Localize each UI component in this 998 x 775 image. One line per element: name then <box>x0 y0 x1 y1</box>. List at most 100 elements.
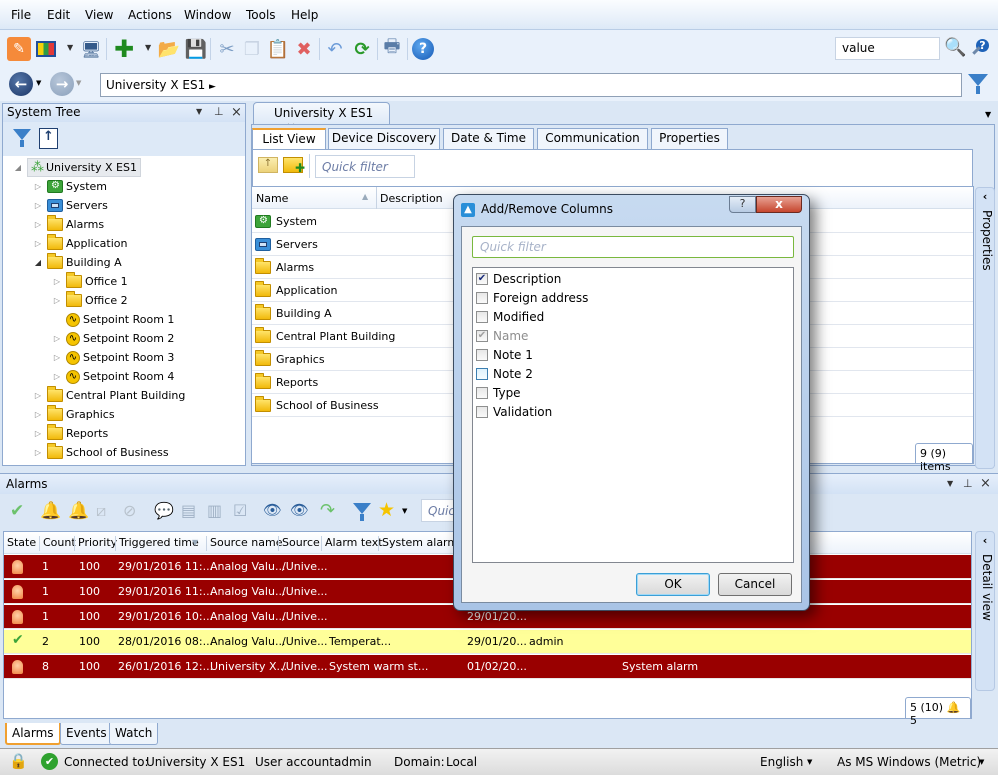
pin-icon[interactable]: ⊥ <box>214 105 224 118</box>
copy-icon[interactable]: ❐ <box>240 37 264 61</box>
alarm-filter-icon[interactable] <box>353 503 371 521</box>
checkbox-unchecked[interactable] <box>476 291 488 304</box>
tree-root[interactable]: ◢ ⁂ University X ES1 <box>13 158 141 177</box>
expander-closed-icon[interactable]: ▷ <box>52 372 62 381</box>
menu-view[interactable]: View <box>85 8 113 22</box>
help-icon[interactable]: ? <box>412 38 434 60</box>
tree-item[interactable]: ▷ Alarms <box>33 215 104 234</box>
expander-open-icon[interactable]: ◢ <box>33 258 43 267</box>
checkbox-unchecked[interactable] <box>476 367 488 380</box>
column-header-description[interactable]: Description <box>380 192 443 205</box>
tab-properties[interactable]: Properties <box>651 128 728 149</box>
checkbox-unchecked[interactable] <box>476 348 488 361</box>
view-alarm-icon[interactable]: 👁 <box>263 501 282 519</box>
checkbox-checked[interactable]: ✔ <box>476 272 488 285</box>
tree-item[interactable]: ▷ Graphics <box>33 405 115 424</box>
expander-closed-icon[interactable]: ▷ <box>33 448 43 457</box>
redirect-icon[interactable]: ↷ <box>320 500 335 521</box>
pin-icon[interactable]: ⊥ <box>963 477 973 490</box>
silence-icon[interactable]: 🔔 <box>40 501 61 521</box>
tree-item[interactable]: ▷ Central Plant Building <box>33 386 185 405</box>
panel-menu-icon[interactable]: ▼ <box>196 107 202 116</box>
expander-open-icon[interactable]: ◢ <box>13 163 23 172</box>
document-tab[interactable]: University X ES1 × <box>253 102 390 134</box>
menu-file[interactable]: File <box>11 8 31 22</box>
view-alarm-hidden-icon[interactable]: 👁 <box>290 501 309 519</box>
breadcrumb-arrow-icon[interactable]: ► <box>209 82 216 92</box>
paste-icon[interactable]: 📋 <box>266 37 290 61</box>
checkbox-unchecked[interactable] <box>476 405 488 418</box>
add-icon[interactable]: ✚ <box>112 35 136 63</box>
column-header-name[interactable]: Name <box>256 192 288 205</box>
dialog-quick-filter-input[interactable]: Quick filter <box>472 236 794 258</box>
search-icon[interactable]: 🔍 <box>944 37 966 58</box>
workstation-icon[interactable]: 🖥 <box>79 37 103 61</box>
address-path[interactable]: University X ES1 ► <box>100 73 962 97</box>
quick-filter-input[interactable]: Quick filter <box>315 155 415 178</box>
favorites-star-icon[interactable]: ★ <box>378 499 395 521</box>
back-button[interactable]: ← <box>9 72 33 96</box>
acknowledge-icon[interactable]: ✔ <box>10 501 24 521</box>
dialog-close-button[interactable]: x <box>756 196 802 213</box>
tree-item[interactable]: ▷ Office 1 <box>52 272 128 291</box>
expander-closed-icon[interactable]: ▷ <box>52 334 62 343</box>
tree-item[interactable]: ▷ Servers <box>33 196 108 215</box>
disable-alarm-icon[interactable]: ⧄ <box>96 501 106 521</box>
delete-icon[interactable]: ✖ <box>292 37 316 61</box>
bottom-tab-alarms[interactable]: Alarms <box>5 723 61 745</box>
menu-help[interactable]: Help <box>291 8 318 22</box>
column-option[interactable]: Note 2 <box>476 364 533 383</box>
expander-closed-icon[interactable]: ▷ <box>33 182 43 191</box>
bell-icon[interactable]: 🔔 <box>68 501 89 521</box>
expander-closed-icon[interactable]: ▷ <box>33 410 43 419</box>
column-option[interactable]: Foreign address <box>476 288 588 307</box>
tree-filter-icon[interactable] <box>13 129 31 147</box>
column-source-name[interactable]: Source name <box>206 536 282 551</box>
add-dropdown-icon[interactable]: ▼ <box>145 43 151 52</box>
search-input[interactable]: value <box>835 37 940 60</box>
bottom-tab-watch[interactable]: Watch <box>109 723 159 745</box>
menu-edit[interactable]: Edit <box>47 8 70 22</box>
units-selector[interactable]: As MS Windows (Metric) <box>837 755 981 769</box>
forward-dropdown-icon[interactable]: ▼ <box>76 79 81 87</box>
column-priority[interactable]: Priority <box>74 536 117 551</box>
expander-closed-icon[interactable]: ▷ <box>52 296 62 305</box>
column-option[interactable]: Validation <box>476 402 552 421</box>
tree-item[interactable]: ▷ ∿ Setpoint Room 2 <box>52 329 174 348</box>
column-source[interactable]: Source <box>278 536 320 551</box>
language-dropdown-icon[interactable]: ▼ <box>807 758 812 766</box>
new-folder-icon[interactable]: ✚ <box>283 157 305 175</box>
breadcrumb-item[interactable]: University X ES1 <box>106 78 205 92</box>
close-icon[interactable]: × <box>980 476 991 491</box>
tab-list-dropdown-icon[interactable]: ▼ <box>985 110 991 119</box>
chevron-left-icon[interactable]: ‹ <box>976 534 994 547</box>
expander-closed-icon[interactable]: ▷ <box>33 391 43 400</box>
expander-closed-icon[interactable]: ▷ <box>33 239 43 248</box>
checklist-icon[interactable]: ☑ <box>233 501 247 520</box>
bottom-tab-events[interactable]: Events <box>60 723 113 745</box>
units-dropdown-icon[interactable]: ▼ <box>979 758 984 766</box>
dialog-help-button[interactable]: ? <box>729 196 756 213</box>
checkbox-unchecked[interactable] <box>476 386 488 399</box>
detail-view-side-tab[interactable]: ‹ Detail view <box>975 531 995 691</box>
tree-item[interactable]: ▷ Office 2 <box>52 291 128 310</box>
expander-closed-icon[interactable]: ▷ <box>33 201 43 210</box>
tab-date-time[interactable]: Date & Time <box>443 128 534 149</box>
tree-item[interactable]: ▷ ⚙ System <box>33 177 107 196</box>
tab-device-discovery[interactable]: Device Discovery <box>328 128 440 149</box>
fire-procedure-icon[interactable]: ▤ <box>181 501 196 520</box>
layout-icon[interactable] <box>34 37 58 61</box>
expander-closed-icon[interactable]: ▷ <box>33 220 43 229</box>
layout-dropdown-icon[interactable]: ▼ <box>67 43 73 52</box>
properties-side-tab[interactable]: ‹ Properties <box>975 187 995 469</box>
language-selector[interactable]: English <box>760 755 803 769</box>
column-alarm-text[interactable]: Alarm text <box>321 536 383 551</box>
undo-icon[interactable]: ↶ <box>323 37 347 61</box>
expander-closed-icon[interactable]: ▷ <box>52 277 62 286</box>
tree-item[interactable]: ▷ ∿ Setpoint Room 4 <box>52 367 174 386</box>
column-state[interactable]: State <box>4 536 36 551</box>
properties-icon[interactable]: ✎ <box>7 37 31 61</box>
column-option[interactable]: Modified <box>476 307 544 326</box>
checkbox-unchecked[interactable] <box>476 310 488 323</box>
close-icon[interactable]: × <box>231 105 242 120</box>
